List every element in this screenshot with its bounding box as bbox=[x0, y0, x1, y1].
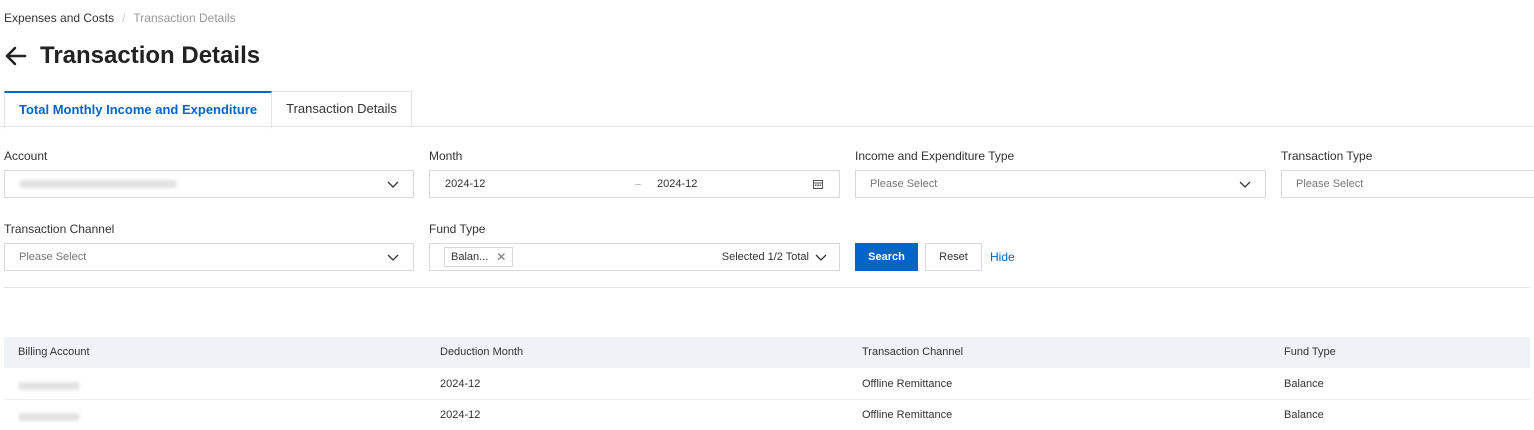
hide-filters-link[interactable]: Hide bbox=[990, 250, 1015, 264]
income-type-label: Income and Expenditure Type bbox=[855, 149, 1015, 163]
fund-type-label: Fund Type bbox=[429, 222, 486, 236]
account-value-redacted bbox=[5, 180, 387, 188]
chevron-down-icon bbox=[387, 254, 399, 261]
column-transaction-channel: Transaction Channel bbox=[862, 346, 964, 358]
transaction-type-label: Transaction Type bbox=[1281, 149, 1373, 163]
chevron-down-icon bbox=[815, 254, 827, 261]
transaction-type-select[interactable]: Please Select bbox=[1281, 170, 1534, 198]
transaction-channel-placeholder: Please Select bbox=[19, 251, 87, 263]
fund-type-tag-label: Balan... bbox=[451, 251, 489, 263]
transaction-channel-label: Transaction Channel bbox=[4, 222, 115, 236]
range-separator bbox=[635, 183, 641, 185]
chevron-down-icon bbox=[1239, 181, 1251, 188]
filter-divider bbox=[4, 287, 1530, 288]
tag-close-icon[interactable]: ✕ bbox=[496, 250, 506, 264]
column-billing-account: Billing Account bbox=[18, 346, 90, 358]
account-select[interactable] bbox=[4, 170, 414, 198]
tab-transaction-details[interactable]: Transaction Details bbox=[272, 91, 412, 127]
tabs-divider bbox=[0, 126, 1534, 127]
month-start-value[interactable]: 2024-12 bbox=[445, 178, 485, 190]
search-button[interactable]: Search bbox=[855, 243, 918, 271]
tab-total-monthly[interactable]: Total Monthly Income and Expenditure bbox=[4, 91, 273, 129]
month-range-picker[interactable]: 2024-12 2024-12 bbox=[429, 170, 840, 198]
breadcrumb-parent[interactable]: Expenses and Costs bbox=[4, 11, 114, 25]
breadcrumb: Expenses and Costs / Transaction Details bbox=[4, 11, 236, 25]
row-divider bbox=[4, 399, 1530, 400]
breadcrumb-current: Transaction Details bbox=[133, 11, 236, 25]
breadcrumb-separator: / bbox=[122, 11, 126, 25]
month-end-value[interactable]: 2024-12 bbox=[657, 178, 697, 190]
deduction-month-cell: 2024-12 bbox=[440, 409, 481, 421]
column-fund-type: Fund Type bbox=[1284, 346, 1336, 358]
income-type-placeholder: Please Select bbox=[870, 178, 938, 190]
fund-type-multiselect[interactable]: Balan... ✕ Selected 1/2 Total bbox=[429, 243, 840, 271]
title-row: Transaction Details bbox=[4, 42, 260, 70]
chevron-down-icon bbox=[387, 181, 399, 188]
page-title: Transaction Details bbox=[40, 42, 261, 69]
fund-type-cell: Balance bbox=[1284, 378, 1324, 390]
account-label: Account bbox=[4, 149, 48, 163]
tab-bar: Total Monthly Income and Expenditure Tra… bbox=[4, 91, 412, 129]
reset-button[interactable]: Reset bbox=[925, 243, 982, 271]
deduction-month-cell: 2024-12 bbox=[440, 378, 481, 390]
transaction-channel-cell: Offline Remittance bbox=[862, 409, 953, 421]
fund-type-tag: Balan... ✕ bbox=[444, 247, 514, 267]
back-arrow-icon[interactable] bbox=[4, 44, 28, 68]
billing-account-redacted bbox=[18, 381, 80, 393]
transaction-channel-select[interactable]: Please Select bbox=[4, 243, 414, 271]
transaction-type-placeholder: Please Select bbox=[1296, 178, 1364, 190]
transaction-channel-cell: Offline Remittance bbox=[862, 378, 953, 390]
billing-account-redacted bbox=[18, 412, 80, 424]
column-deduction-month: Deduction Month bbox=[440, 346, 524, 358]
fund-type-selected-count: Selected 1/2 Total bbox=[721, 251, 809, 263]
income-type-select[interactable]: Please Select bbox=[855, 170, 1266, 198]
fund-type-cell: Balance bbox=[1284, 409, 1324, 421]
month-label: Month bbox=[429, 149, 463, 163]
calendar-icon[interactable] bbox=[813, 179, 823, 189]
